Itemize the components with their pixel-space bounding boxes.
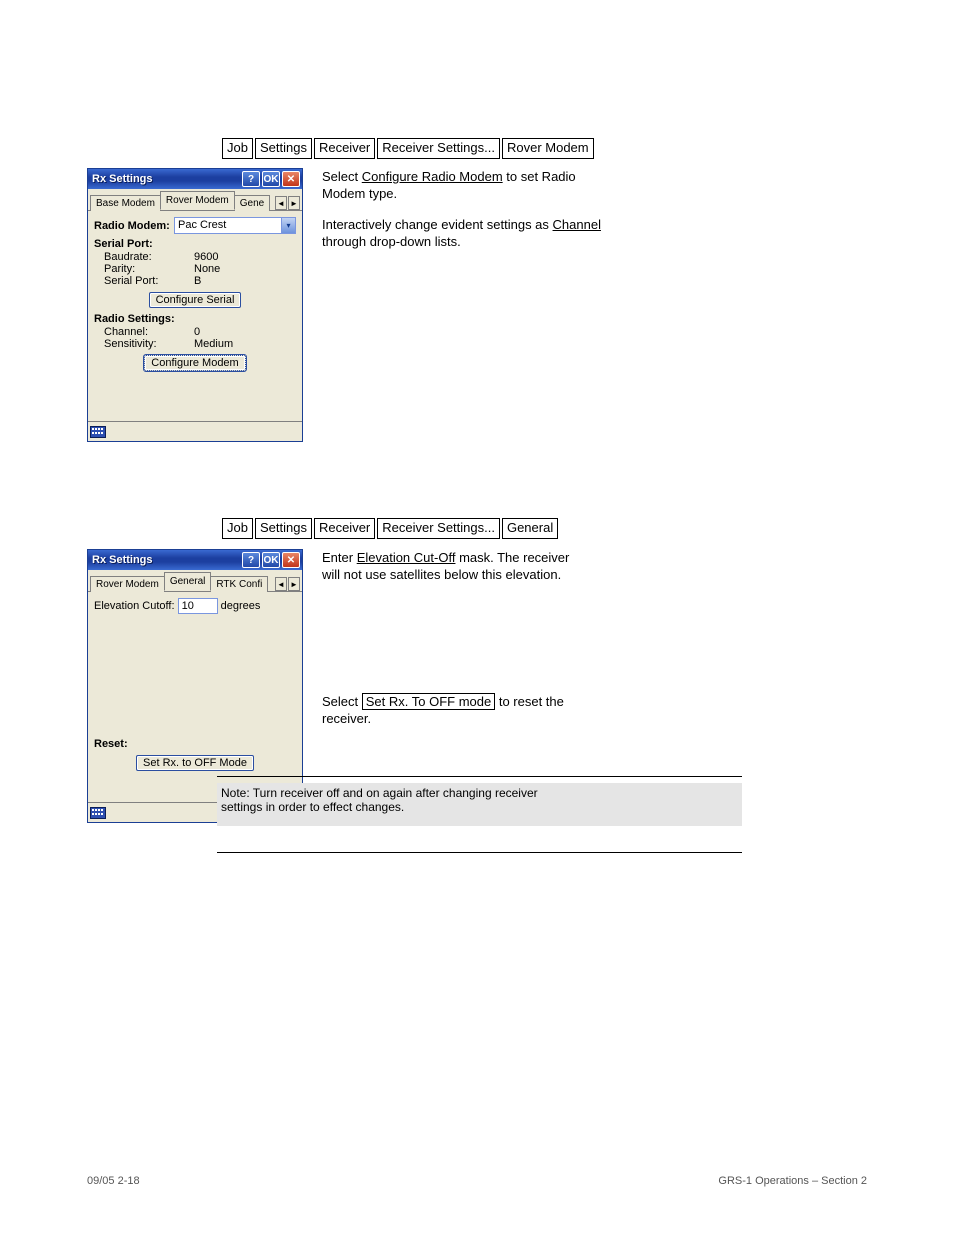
parity-key: Parity: bbox=[104, 263, 194, 275]
note-caption: Note: Turn receiver off and on again aft… bbox=[217, 776, 742, 826]
keyboard-icon[interactable] bbox=[90, 426, 106, 438]
parity-val: None bbox=[194, 263, 220, 275]
keyboard-icon-2[interactable] bbox=[90, 807, 106, 819]
baudrate-key: Baudrate: bbox=[104, 251, 194, 263]
footer-left: 09/05 2-18 bbox=[87, 1175, 140, 1187]
channel-val: 0 bbox=[194, 326, 200, 338]
path-settings: Settings bbox=[255, 138, 312, 159]
path-rovermodem: Rover Modem bbox=[502, 138, 594, 159]
n2-l1-link: Elevation Cut-Off bbox=[357, 550, 456, 565]
path2-general: General bbox=[502, 518, 558, 539]
elevation-cutoff-input[interactable]: 10 bbox=[178, 598, 218, 614]
radio-modem-value: Pac Crest bbox=[175, 218, 281, 233]
ok-button[interactable]: OK bbox=[262, 171, 280, 187]
rx-settings-dialog-rover: Rx Settings ? OK ✕ Base Modem Rover Mode… bbox=[87, 168, 303, 442]
path-row-1: Job Settings Receiver Receiver Settings.… bbox=[222, 138, 954, 159]
path-receiver: Receiver bbox=[314, 138, 375, 159]
note-line2: settings in order to effect changes. bbox=[221, 800, 404, 814]
tab2-rover-modem[interactable]: Rover Modem bbox=[90, 576, 165, 592]
dialog2-title: Rx Settings bbox=[92, 554, 240, 566]
n2-l5: receiver. bbox=[322, 710, 742, 727]
note-line1: Note: Turn receiver off and on again aft… bbox=[221, 786, 538, 800]
ok-button-2[interactable]: OK bbox=[262, 552, 280, 568]
help-button[interactable]: ? bbox=[242, 171, 260, 187]
tab-rover-modem[interactable]: Rover Modem bbox=[160, 191, 235, 210]
n2-l2: will not use satellites below this eleva… bbox=[322, 566, 742, 583]
tab-scroll-left-icon[interactable]: ◄ bbox=[275, 196, 287, 210]
n1-l4: through drop-down lists. bbox=[322, 233, 742, 250]
page-footer: 09/05 2-18 GRS-1 Operations – Section 2 bbox=[87, 1175, 867, 1187]
tab-scroll-right-icon[interactable]: ► bbox=[288, 196, 300, 210]
n1-l3-link: Channel bbox=[553, 217, 601, 232]
tab2-general[interactable]: General bbox=[164, 572, 212, 591]
close-button-2[interactable]: ✕ bbox=[282, 552, 300, 568]
configure-modem-button[interactable]: Configure Modem bbox=[144, 355, 245, 371]
sensitivity-key: Sensitivity: bbox=[104, 338, 194, 350]
path2-settings: Settings bbox=[255, 518, 312, 539]
path2-job: Job bbox=[222, 518, 253, 539]
tab2-rtk-confi[interactable]: RTK Confi bbox=[210, 576, 268, 592]
path-rxsettings: Receiver Settings... bbox=[377, 138, 500, 159]
tabbar: Base Modem Rover Modem Gene ◄ ► bbox=[88, 189, 302, 211]
tabbar-2: Rover Modem General RTK Confi ◄ ► bbox=[88, 570, 302, 592]
path2-rxsettings: Receiver Settings... bbox=[377, 518, 500, 539]
elev-unit: degrees bbox=[221, 600, 261, 612]
tab2-scroll-left-icon[interactable]: ◄ bbox=[275, 577, 287, 591]
titlebar: Rx Settings ? OK ✕ bbox=[88, 169, 302, 189]
reset-label: Reset: bbox=[94, 738, 296, 750]
dialog2-body: Elevation Cutoff: 10 degrees Reset: Set … bbox=[88, 592, 302, 782]
n2-l4-box: Set Rx. To OFF mode bbox=[362, 693, 495, 710]
set-rx-off-button[interactable]: Set Rx. to OFF Mode bbox=[136, 755, 254, 771]
close-button[interactable]: ✕ bbox=[282, 171, 300, 187]
narrative-2: Enter Elevation Cut-Off mask. The receiv… bbox=[322, 549, 742, 727]
tab-base-modem[interactable]: Base Modem bbox=[90, 195, 161, 211]
serialport-key: Serial Port: bbox=[104, 275, 194, 287]
radio-modem-label: Radio Modem: bbox=[94, 220, 174, 232]
n1-l1-pre: Select bbox=[322, 169, 362, 184]
footer-right: GRS-1 Operations – Section 2 bbox=[718, 1175, 867, 1187]
radio-settings-header: Radio Settings: bbox=[94, 313, 296, 325]
serial-port-header: Serial Port: bbox=[94, 238, 296, 250]
chevron-down-icon[interactable]: ▾ bbox=[281, 218, 295, 233]
dialog-footer bbox=[88, 421, 302, 441]
n2-l4-post: to reset the bbox=[495, 694, 564, 709]
tab-general-cut[interactable]: Gene bbox=[234, 195, 270, 211]
configure-serial-button[interactable]: Configure Serial bbox=[149, 292, 242, 308]
narrative-1: Select Configure Radio Modem to set Radi… bbox=[322, 168, 742, 250]
titlebar-2: Rx Settings ? OK ✕ bbox=[88, 550, 302, 570]
n1-l1-link: Configure Radio Modem bbox=[362, 169, 503, 184]
elev-label: Elevation Cutoff: bbox=[94, 600, 175, 612]
radio-modem-combo[interactable]: Pac Crest ▾ bbox=[174, 217, 296, 234]
tab2-scroll-right-icon[interactable]: ► bbox=[288, 577, 300, 591]
sensitivity-val: Medium bbox=[194, 338, 233, 350]
channel-key: Channel: bbox=[104, 326, 194, 338]
path2-receiver: Receiver bbox=[314, 518, 375, 539]
n1-l2: Modem type. bbox=[322, 185, 742, 202]
n1-l1-post: to set Radio bbox=[503, 169, 576, 184]
path-job: Job bbox=[222, 138, 253, 159]
n2-l4-pre: Select bbox=[322, 694, 362, 709]
dialog-title: Rx Settings bbox=[92, 173, 240, 185]
serialport-val: B bbox=[194, 275, 201, 287]
n1-l3-pre: Interactively change evident settings as bbox=[322, 217, 553, 232]
help-button-2[interactable]: ? bbox=[242, 552, 260, 568]
path-row-2: Job Settings Receiver Receiver Settings.… bbox=[222, 518, 558, 539]
baudrate-val: 9600 bbox=[194, 251, 218, 263]
dialog-body: Radio Modem: Pac Crest ▾ Serial Port: Ba… bbox=[88, 211, 302, 380]
n2-l1-post: mask. The receiver bbox=[455, 550, 569, 565]
n2-l1-pre: Enter bbox=[322, 550, 357, 565]
